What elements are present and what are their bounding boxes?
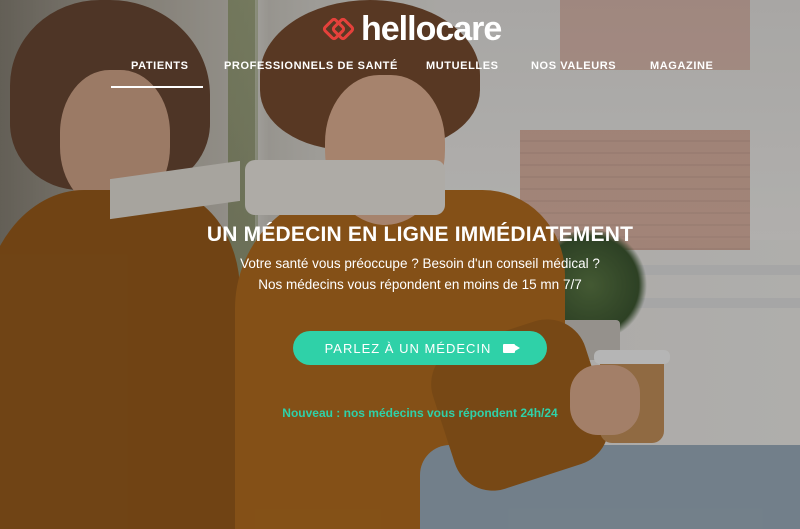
nav-item-mutuelles[interactable]: MUTUELLES [426,60,499,72]
hero-subtitle-line1: Votre santé vous préoccupe ? Besoin d'un… [240,256,600,271]
nav-item-nos-valeurs[interactable]: NOS VALEURS [531,60,616,72]
cta-label: PARLEZ À UN MÉDECIN [324,340,492,356]
hellocare-logo-icon [321,15,356,43]
hero-subtitle-line2: Nos médecins vous répondent en moins de … [258,277,582,292]
nav-item-patients[interactable]: PATIENTS [131,60,189,72]
news-link[interactable]: Nouveau : nos médecins vous répondent 24… [0,406,800,420]
hero-title: UN MÉDECIN EN LIGNE IMMÉDIATEMENT [206,223,634,246]
nav-active-indicator [111,86,203,88]
main-nav: PATIENTS PROFESSIONNELS DE SANTÉ MUTUELL… [0,60,800,90]
brand-name: hellocare [361,10,502,48]
nav-item-magazine[interactable]: MAGAZINE [650,60,713,72]
video-camera-icon [503,343,521,353]
brand-logo[interactable]: hellocare [321,10,502,48]
nav-item-professionnels[interactable]: PROFESSIONNELS DE SANTÉ [224,60,398,72]
talk-to-doctor-button[interactable]: PARLEZ À UN MÉDECIN [293,331,547,365]
